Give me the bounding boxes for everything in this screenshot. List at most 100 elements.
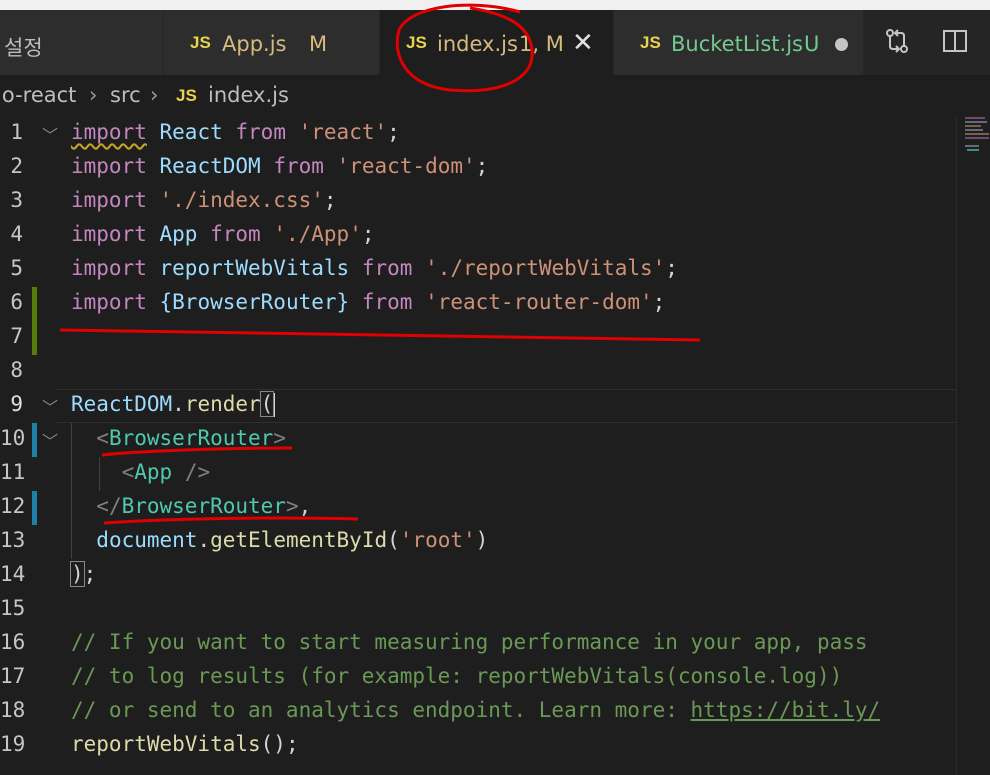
tab-app-js[interactable]: JS App.js M — [164, 10, 379, 75]
keyword: import — [71, 290, 147, 314]
code-line: 11 <App /> — [0, 460, 211, 484]
string: 'root' — [399, 528, 476, 552]
line-number: 7 — [10, 324, 23, 348]
line-number: 8 — [10, 358, 23, 382]
code-line: 3 import './index.css'; — [0, 185, 956, 219]
code-line: 7 — [0, 321, 956, 355]
minimap-line — [965, 145, 979, 147]
code-line: 6 import {BrowserRouter} from 'react-rou… — [0, 287, 956, 355]
line-number: 11 — [0, 460, 26, 484]
line-number: 3 — [10, 188, 23, 212]
minimap-line — [967, 149, 979, 151]
keyword: import — [71, 120, 147, 144]
minimap-line — [965, 117, 985, 119]
comment: // to log results (for example: reportWe… — [71, 664, 843, 688]
line-number: 4 — [10, 222, 23, 246]
identifier: ReactDOM — [71, 392, 173, 416]
compare-changes-icon[interactable] — [884, 28, 910, 54]
code-line: 14 ); — [0, 561, 97, 587]
tab-status: 1, M — [519, 32, 564, 56]
tab-label: index.js — [437, 32, 518, 56]
string: './reportWebVitals' — [425, 256, 666, 280]
tab-bar: 설정 JS App.js M JS index.js 1, M ✕ JS Buc… — [0, 0, 990, 75]
line-number: 2 — [10, 154, 23, 178]
unsaved-dot-icon[interactable] — [835, 38, 848, 51]
punct: ; — [323, 188, 337, 212]
keyword: import — [71, 222, 147, 246]
chevron-down-icon[interactable]: ﹀ — [42, 428, 58, 452]
line-number: 13 — [0, 528, 26, 552]
close-icon[interactable]: ✕ — [572, 28, 594, 58]
code-line: 17 // to log results (for example: repor… — [0, 661, 956, 695]
breadcrumb-folder[interactable]: lo-react — [0, 83, 76, 107]
punct: ; — [387, 120, 400, 144]
minimap-line — [965, 125, 981, 127]
code-line: 5 import reportWebVitals from './reportW… — [0, 253, 956, 287]
js-file-icon: JS — [640, 33, 661, 52]
git-modified-indicator[interactable] — [32, 491, 37, 525]
code-line: 18 // or send to an analytics endpoint. … — [0, 695, 956, 729]
tab-status: U — [804, 32, 820, 56]
identifier: {BrowserRouter} — [159, 290, 350, 314]
keyword: from — [273, 154, 324, 178]
chevron-down-icon[interactable]: ﹀ — [42, 122, 58, 146]
line-number: 1 — [10, 120, 23, 144]
string: 'react-dom' — [336, 154, 476, 178]
breadcrumb-file[interactable]: index.js — [208, 83, 289, 107]
keyword: from — [361, 290, 413, 314]
git-modified-indicator[interactable] — [32, 423, 37, 457]
keyword: import — [71, 154, 147, 178]
identifier: reportWebVitals — [159, 256, 350, 280]
chevron-right-icon: › — [150, 83, 159, 107]
line-number: 9 — [10, 392, 23, 416]
minimap-line — [965, 129, 983, 131]
jsx-tag: BrowserRouter — [121, 494, 286, 518]
punct: ; — [361, 222, 375, 246]
line-number: 14 — [0, 562, 26, 586]
jsx-tag: BrowserRouter — [108, 426, 274, 450]
code-line: 4 import App from './App'; — [0, 219, 956, 253]
code-line: 13 document.getElementById('root') — [0, 528, 489, 552]
split-editor-icon[interactable] — [942, 28, 968, 54]
identifier: React — [159, 120, 223, 144]
chevron-down-icon[interactable]: ﹀ — [42, 394, 58, 418]
code-line: 19 reportWebVitals(); — [0, 729, 956, 763]
code-line: 16 // If you want to start measuring per… — [0, 627, 956, 661]
function-name: reportWebVitals — [71, 732, 261, 756]
title-strip — [0, 0, 990, 10]
minimap-line — [965, 121, 987, 123]
tab-index-js[interactable]: JS index.js 1, M ✕ — [380, 10, 613, 75]
tab-label: 설정 — [4, 36, 43, 60]
minimap-line — [965, 137, 989, 139]
string: 'react' — [298, 120, 388, 144]
code-line: 8 — [0, 355, 956, 389]
line-number: 15 — [0, 596, 26, 620]
js-file-icon: JS — [406, 33, 427, 52]
code-line: 12 </BrowserRouter>, — [0, 491, 956, 525]
line-number: 10 — [0, 426, 26, 450]
minimap[interactable] — [956, 117, 990, 775]
line-number: 6 — [10, 290, 23, 314]
identifier: App — [159, 222, 198, 246]
js-file-icon: JS — [190, 33, 211, 52]
line-number: 17 — [0, 664, 26, 688]
code-editor[interactable]: 1 ﹀ import React from 'react'; 2 import … — [0, 117, 990, 775]
comment-link[interactable]: https://bit.ly/ — [691, 698, 881, 722]
function-name: getElementById — [210, 528, 388, 552]
jsx-tag: App — [134, 460, 173, 484]
string: './App' — [273, 222, 362, 246]
tab-settings[interactable]: 설정 — [0, 10, 163, 75]
code-line: 10 ﹀ <BrowserRouter> — [0, 423, 956, 457]
text-cursor — [273, 393, 276, 417]
breadcrumb-subfolder[interactable]: src — [110, 83, 141, 107]
tab-bucketlist-js[interactable]: JS BucketList.js U — [614, 10, 863, 75]
punct: (); — [260, 732, 299, 756]
punct: ; — [652, 290, 666, 314]
line-number: 16 — [0, 630, 26, 654]
keyword: import — [71, 188, 147, 212]
comment: // If you want to start measuring perfor… — [71, 630, 868, 654]
string: './index.css' — [159, 188, 324, 212]
keyword: from — [235, 120, 286, 144]
punct: ; — [475, 154, 489, 178]
keyword: import — [71, 256, 147, 280]
